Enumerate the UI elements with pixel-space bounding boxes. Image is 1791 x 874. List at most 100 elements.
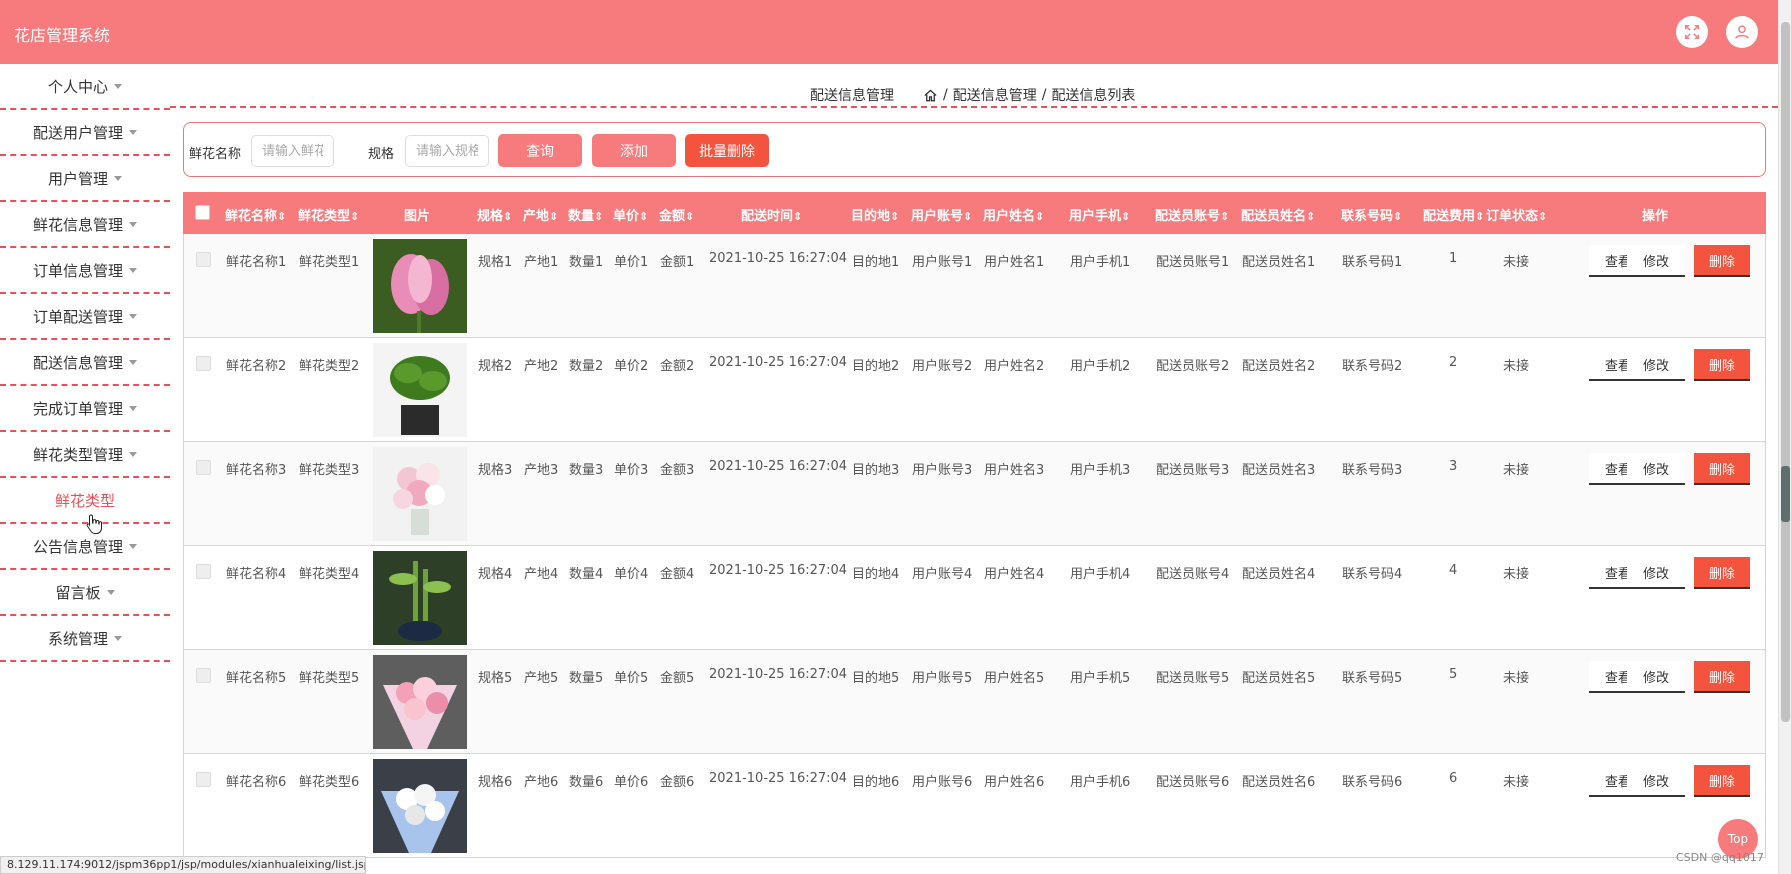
fullscreen-button[interactable] bbox=[1676, 16, 1708, 48]
cell-dest: 目的地4 bbox=[852, 567, 900, 582]
column-header-contact[interactable]: 联系号码⇕ bbox=[1341, 205, 1402, 224]
sidebar-item-10[interactable]: 公告信息管理 bbox=[0, 524, 170, 570]
flower-name-input[interactable] bbox=[251, 135, 334, 167]
sidebar-item-12[interactable]: 系统管理 bbox=[0, 616, 170, 662]
cell-time: 2021-10-25 16:27:04 bbox=[709, 355, 848, 370]
sort-icon[interactable]: ⇕ bbox=[1035, 210, 1044, 223]
edit-button[interactable]: 修改 bbox=[1627, 557, 1685, 589]
row-checkbox[interactable] bbox=[196, 460, 211, 475]
edit-button[interactable]: 修改 bbox=[1627, 349, 1685, 381]
select-all-checkbox[interactable] bbox=[195, 205, 210, 220]
sidebar-item-8[interactable]: 鲜花类型管理 bbox=[0, 432, 170, 478]
column-header-qty[interactable]: 数量⇕ bbox=[568, 205, 603, 224]
spec-input[interactable] bbox=[405, 135, 489, 167]
column-header-status[interactable]: 订单状态⇕ bbox=[1486, 205, 1547, 224]
sidebar-item-2[interactable]: 用户管理 bbox=[0, 156, 170, 202]
sort-icon[interactable]: ⇕ bbox=[1475, 210, 1484, 223]
column-header-time[interactable]: 配送时间⇕ bbox=[741, 205, 802, 224]
flower-image bbox=[373, 759, 467, 853]
column-header-origin[interactable]: 产地⇕ bbox=[523, 205, 558, 224]
sort-icon[interactable]: ⇕ bbox=[685, 210, 694, 223]
delete-button[interactable]: 删除 bbox=[1694, 245, 1750, 277]
sort-icon[interactable]: ⇕ bbox=[277, 210, 286, 223]
sort-icon[interactable]: ⇕ bbox=[594, 210, 603, 223]
column-header-type[interactable]: 鲜花类型⇕ bbox=[298, 205, 359, 224]
edit-button[interactable]: 修改 bbox=[1627, 245, 1685, 277]
column-header-label: 金额 bbox=[659, 209, 686, 224]
column-header-courier_name[interactable]: 配送员姓名⇕ bbox=[1241, 205, 1315, 224]
sidebar: 个人中心 配送用户管理用户管理鲜花信息管理订单信息管理 订单配送管理 配送信息管理完成… bbox=[0, 64, 170, 662]
sidebar-item-label: 鲜花信息管理 bbox=[32, 215, 123, 234]
column-header-label: 产地 bbox=[523, 209, 550, 224]
row-checkbox[interactable] bbox=[196, 356, 211, 371]
cell-type: 鲜花类型1 bbox=[299, 255, 360, 270]
cell-origin: 产地6 bbox=[524, 775, 559, 790]
delete-button[interactable]: 删除 bbox=[1694, 349, 1750, 381]
cell-name: 鲜花名称2 bbox=[226, 359, 287, 374]
sidebar-item-4[interactable]: 订单信息管理 bbox=[0, 248, 170, 294]
sort-icon[interactable]: ⇕ bbox=[639, 210, 648, 223]
cell-courier_account: 配送员账号4 bbox=[1156, 567, 1230, 582]
cell-amount: 金额3 bbox=[660, 463, 695, 478]
sort-icon[interactable]: ⇕ bbox=[1306, 210, 1315, 223]
sort-icon[interactable]: ⇕ bbox=[503, 210, 512, 223]
home-icon[interactable] bbox=[923, 88, 938, 103]
sidebar-item-9[interactable]: 鲜花类型 bbox=[0, 478, 170, 524]
sort-icon[interactable]: ⇕ bbox=[963, 210, 972, 223]
column-header-courier_account[interactable]: 配送员账号⇕ bbox=[1155, 205, 1229, 224]
cell-courier_name: 配送员姓名2 bbox=[1242, 359, 1316, 374]
page-scrollbar[interactable] bbox=[1778, 0, 1791, 874]
flower-image bbox=[373, 239, 467, 333]
column-header-label: 鲜花名称 bbox=[225, 209, 278, 224]
column-header-dest[interactable]: 目的地⇕ bbox=[851, 205, 899, 224]
column-header-amount[interactable]: 金额⇕ bbox=[659, 205, 694, 224]
cell-origin: 产地5 bbox=[524, 671, 559, 686]
sidebar-item-3[interactable]: 鲜花信息管理 bbox=[0, 202, 170, 248]
sidebar-item-label: 用户管理 bbox=[47, 169, 108, 188]
sidebar-item-6[interactable]: 配送信息管理 bbox=[0, 340, 170, 386]
delete-button[interactable]: 删除 bbox=[1694, 661, 1750, 693]
batch-delete-button[interactable]: 批量删除 bbox=[685, 134, 769, 167]
edit-button[interactable]: 修改 bbox=[1627, 765, 1685, 797]
column-header-price[interactable]: 单价⇕ bbox=[613, 205, 648, 224]
edit-button[interactable]: 修改 bbox=[1627, 661, 1685, 693]
scrollbar-thumb[interactable] bbox=[1781, 22, 1790, 722]
sort-icon[interactable]: ⇕ bbox=[1538, 210, 1547, 223]
flower-image bbox=[373, 447, 467, 541]
sort-icon[interactable]: ⇕ bbox=[350, 210, 359, 223]
edit-button[interactable]: 修改 bbox=[1627, 453, 1685, 485]
flower-thumbnail bbox=[373, 551, 467, 645]
row-checkbox[interactable] bbox=[196, 772, 211, 787]
sort-icon[interactable]: ⇕ bbox=[549, 210, 558, 223]
column-header-user_account[interactable]: 用户账号⇕ bbox=[911, 205, 972, 224]
column-header-user_name[interactable]: 用户姓名⇕ bbox=[983, 205, 1044, 224]
delete-button[interactable]: 删除 bbox=[1694, 453, 1750, 485]
column-header-fee[interactable]: 配送费用⇕ bbox=[1423, 205, 1484, 224]
sidebar-item-7[interactable]: 完成订单管理 bbox=[0, 386, 170, 432]
query-button[interactable]: 查询 bbox=[498, 134, 582, 167]
column-header-name[interactable]: 鲜花名称⇕ bbox=[225, 205, 286, 224]
sort-icon[interactable]: ⇕ bbox=[1393, 210, 1402, 223]
sidebar-item-5[interactable]: 订单配送管理 bbox=[0, 294, 170, 340]
column-header-spec[interactable]: 规格⇕ bbox=[477, 205, 512, 224]
row-checkbox[interactable] bbox=[196, 668, 211, 683]
sort-icon[interactable]: ⇕ bbox=[1220, 210, 1229, 223]
row-checkbox[interactable] bbox=[196, 252, 211, 267]
sidebar-item-0[interactable]: 个人中心 bbox=[0, 64, 170, 110]
delete-button[interactable]: 删除 bbox=[1694, 765, 1750, 797]
user-avatar-button[interactable] bbox=[1726, 16, 1758, 48]
sort-icon[interactable]: ⇕ bbox=[793, 210, 802, 223]
sidebar-item-1[interactable]: 配送用户管理 bbox=[0, 110, 170, 156]
cell-fee: 4 bbox=[1449, 563, 1458, 578]
add-button[interactable]: 添加 bbox=[592, 134, 676, 167]
sort-icon[interactable]: ⇕ bbox=[890, 210, 899, 223]
cell-contact: 联系号码6 bbox=[1342, 775, 1403, 790]
delete-button[interactable]: 删除 bbox=[1694, 557, 1750, 589]
breadcrumb-item-parent[interactable]: 配送信息管理 bbox=[953, 85, 1037, 105]
cell-status: 未接 bbox=[1503, 567, 1530, 582]
row-checkbox[interactable] bbox=[196, 564, 211, 579]
sort-icon[interactable]: ⇕ bbox=[1121, 210, 1130, 223]
sidebar-item-label: 完成订单管理 bbox=[32, 399, 123, 418]
sidebar-item-11[interactable]: 留言板 bbox=[0, 570, 170, 616]
column-header-user_phone[interactable]: 用户手机⇕ bbox=[1069, 205, 1130, 224]
